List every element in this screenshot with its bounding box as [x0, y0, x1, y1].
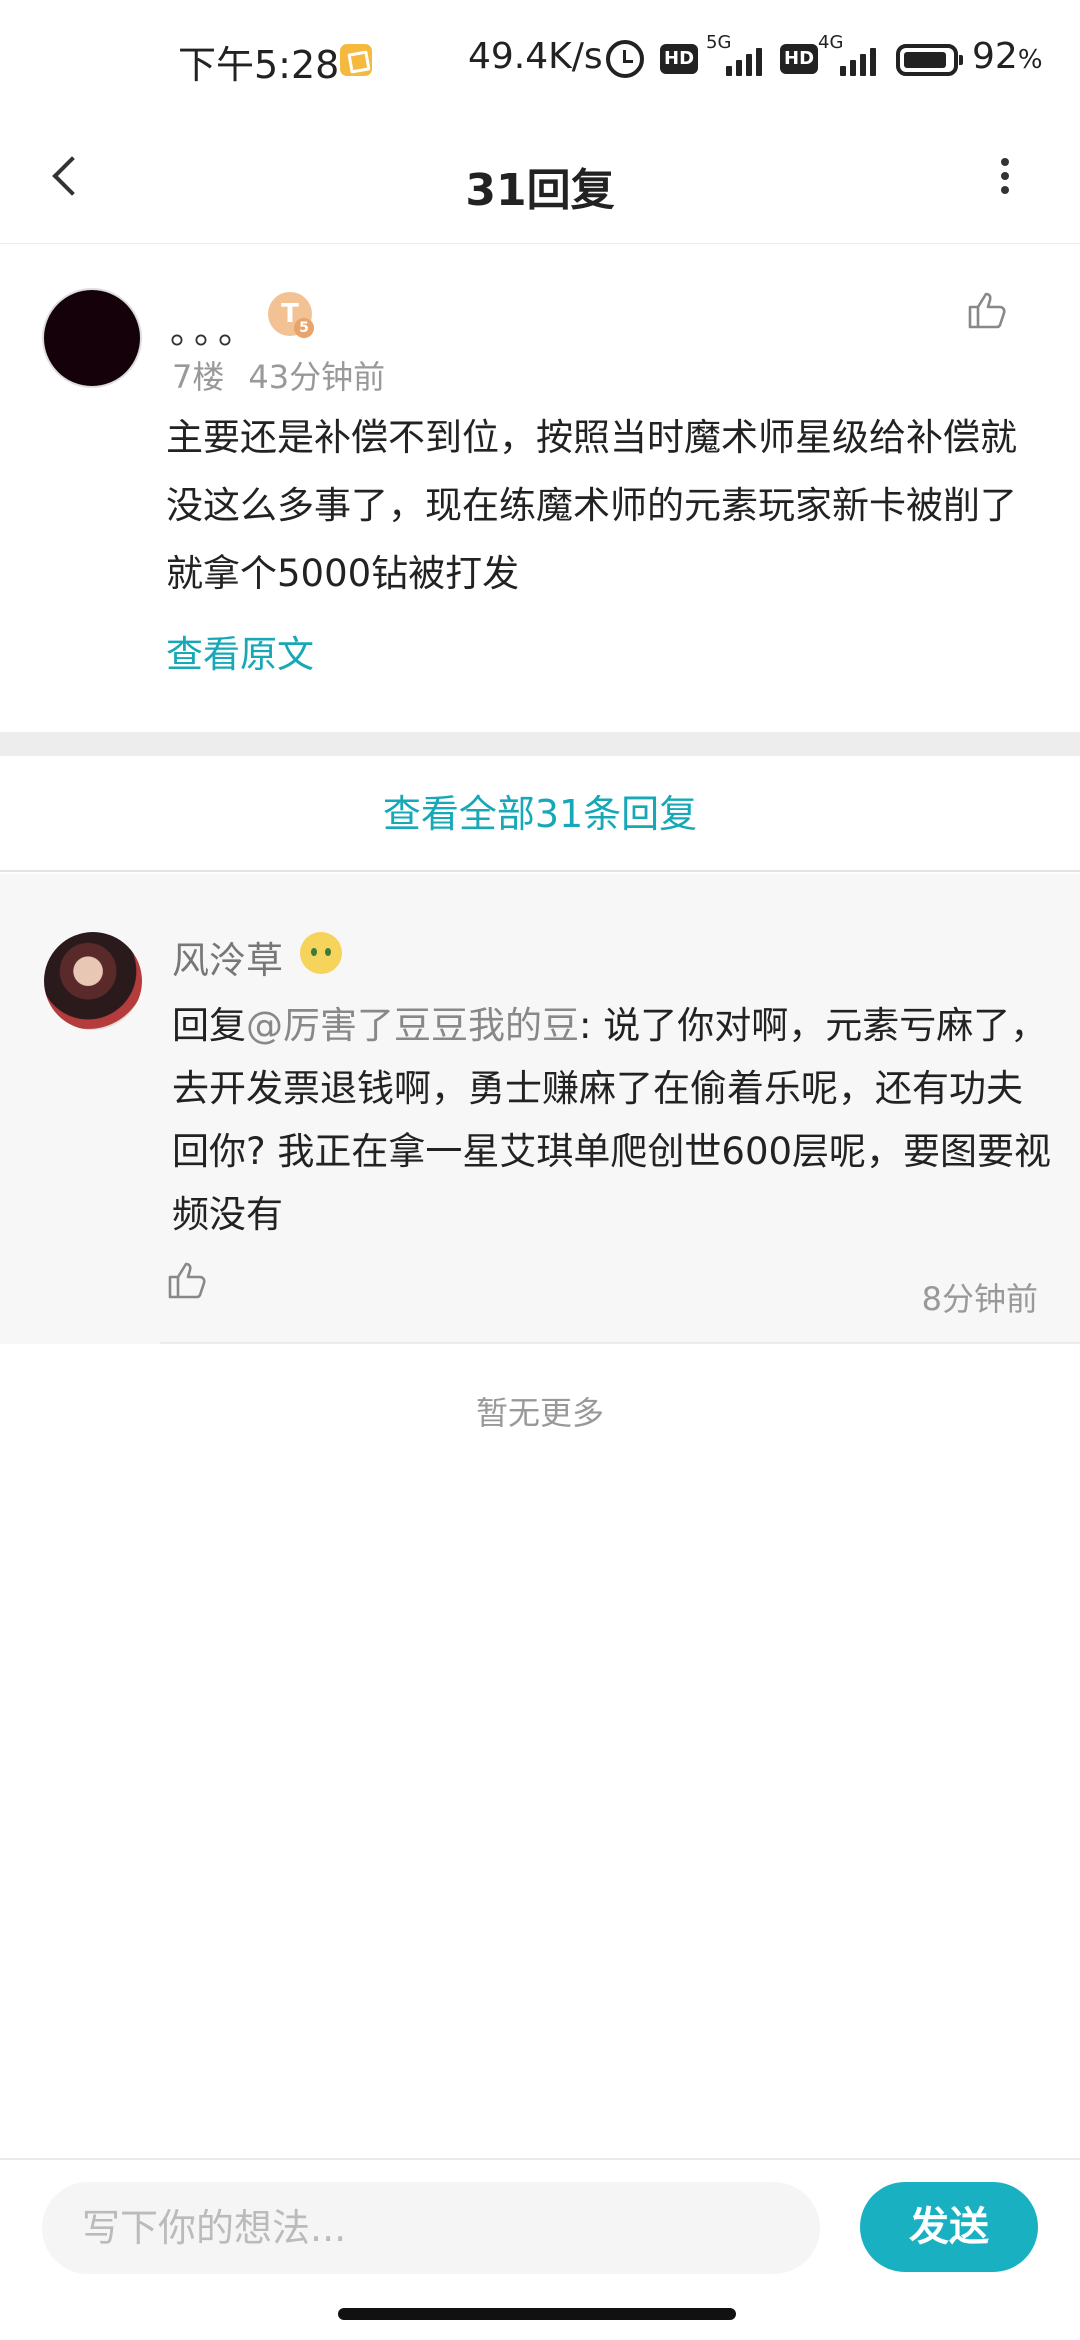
floor-number: 7楼: [172, 358, 225, 396]
network-speed: 49.4K/s: [468, 36, 603, 77]
mention-link[interactable]: @厉害了豆豆我的豆: [246, 1004, 579, 1047]
battery-icon: [896, 44, 963, 76]
thumbs-up-icon[interactable]: [166, 1258, 210, 1302]
signal-icon: [712, 42, 768, 76]
battery-fill: [904, 52, 946, 68]
comment-composer: 写下你的想法... 发送: [0, 2158, 1080, 2298]
comment-username[interactable]: 。。。: [170, 302, 260, 354]
alarm-icon: [606, 40, 644, 78]
reply-item: 风泠草 回复@厉害了豆豆我的豆: 说了你对啊，元素亏麻了，去开发票退钱啊，勇士赚…: [0, 874, 1080, 1344]
hd-icon: HD: [780, 44, 819, 74]
comment-text: 主要还是补偿不到位，按照当时魔术师星级给补偿就没这么多事了，现在练魔术师的元素玩…: [166, 416, 1017, 595]
notification-app-icon: [340, 44, 372, 76]
comment-meta: 7楼 43分钟前: [172, 352, 385, 398]
no-more-label: 暂无更多: [475, 1394, 604, 1432]
send-button[interactable]: 发送: [860, 2182, 1038, 2272]
view-original-link[interactable]: 查看原文: [166, 624, 314, 678]
battery-text: 92%: [972, 36, 1043, 77]
status-bar: 下午5:28 49.4K/s HD 5G HD 4G 92%: [0, 0, 1080, 120]
thumbs-up-icon[interactable]: [966, 288, 1010, 332]
signal-icon: [826, 42, 882, 76]
avatar[interactable]: [44, 932, 142, 1030]
main-comment: 。。。 T 5 7楼 43分钟前 主要还是补偿不到位，按照当时魔术师星级给补偿就没…: [0, 244, 1080, 732]
hd-icon: HD: [660, 44, 699, 74]
top-app-bar: 31回复: [0, 120, 1080, 244]
comment-time: 43分钟前: [248, 358, 386, 396]
divider: [160, 1342, 1080, 1344]
reply-time: 8分钟前: [921, 1280, 1038, 1318]
page-title: 31回复: [465, 165, 615, 216]
battery-unit: %: [1017, 45, 1043, 75]
home-indicator[interactable]: [338, 2308, 736, 2320]
user-badge-icon: [300, 932, 342, 974]
battery-percent: 92: [972, 36, 1018, 77]
level-badge-number: 5: [294, 318, 314, 338]
reply-username[interactable]: 风泠草: [172, 930, 283, 984]
section-divider: [0, 732, 1080, 756]
level-badge: T 5: [268, 292, 314, 338]
status-time: 下午5:28: [178, 43, 340, 87]
reply-prefix: 回复: [172, 1004, 246, 1047]
avatar[interactable]: [42, 288, 142, 388]
comment-input[interactable]: 写下你的想法...: [42, 2182, 820, 2274]
more-options-icon[interactable]: [984, 146, 1024, 206]
reply-text: 回复@厉害了豆豆我的豆: 说了你对啊，元素亏麻了，去开发票退钱啊，勇士赚麻了在偷…: [172, 994, 1052, 1246]
view-all-replies-link[interactable]: 查看全部31条回复: [0, 756, 1080, 872]
